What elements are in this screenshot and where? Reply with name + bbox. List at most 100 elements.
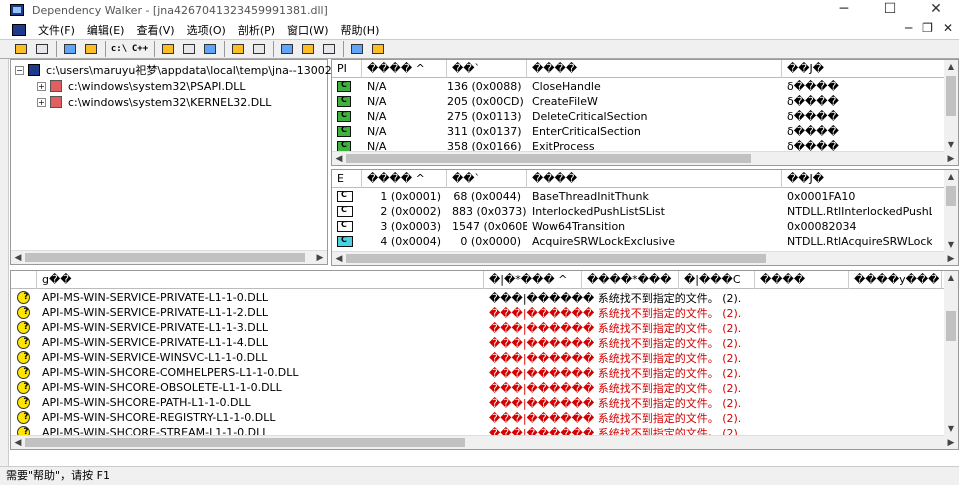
- column-header[interactable]: ���� ^: [362, 170, 447, 188]
- table-row[interactable]: ? API-MS-WIN-SERVICE-PRIVATE-L1-1-2.DLL ��…: [11, 305, 946, 320]
- column-header[interactable]: E: [332, 170, 362, 188]
- scroll-thumb[interactable]: [346, 254, 766, 263]
- table-row[interactable]: ? API-MS-WIN-SHCORE-REGISTRY-L1-1-0.DLL ��…: [11, 410, 946, 425]
- tree-item-psapi[interactable]: + c:\windows\system32\PSAPI.DLL: [37, 78, 246, 94]
- column-header[interactable]: ����у���: [849, 271, 942, 289]
- column-header[interactable]: ��J�: [782, 60, 948, 78]
- layout-icon[interactable]: [348, 41, 366, 57]
- system-info-icon[interactable]: [201, 41, 219, 57]
- table-row[interactable]: ? API-MS-WIN-SERVICE-PRIVATE-L1-1-3.DLL ��…: [11, 320, 946, 335]
- scroll-left-icon[interactable]: ◀: [11, 436, 25, 449]
- scroll-thumb[interactable]: [946, 186, 956, 206]
- column-header[interactable]: ����: [527, 60, 782, 78]
- scroll-right-icon[interactable]: ▶: [944, 252, 958, 265]
- table-row[interactable]: 2 (0x0002) 883 (0x0373) InterlockedPushLis…: [332, 204, 932, 219]
- exports-hscrollbar[interactable]: ◀ ▶: [332, 251, 958, 265]
- scroll-down-icon[interactable]: ▼: [944, 138, 958, 152]
- find-icon[interactable]: [61, 41, 79, 57]
- view-all-icon[interactable]: [159, 41, 177, 57]
- scroll-thumb[interactable]: [25, 438, 465, 447]
- collapse-icon[interactable]: [250, 41, 268, 57]
- tree-hscrollbar[interactable]: ◀ ▶: [11, 250, 327, 264]
- maximize-button[interactable]: ☐: [867, 0, 913, 20]
- table-row[interactable]: ? API-MS-WIN-SERVICE-WINSVC-L1-1-0.DLL ���…: [11, 350, 946, 365]
- scroll-right-icon[interactable]: ▶: [944, 152, 958, 165]
- menu-options[interactable]: 选项(O): [181, 22, 232, 38]
- table-row[interactable]: ? API-MS-WIN-SERVICE-PRIVATE-L1-1-0.DLL ��…: [11, 290, 946, 305]
- expand-icon[interactable]: [229, 41, 247, 57]
- table-row[interactable]: ? API-MS-WIN-SHCORE-COMHELPERS-L1-1-0.DLL…: [11, 365, 946, 380]
- cpp-icon[interactable]: C++: [131, 41, 149, 57]
- module-name-cell: API-MS-WIN-SHCORE-PATH-L1-1-0.DLL: [42, 396, 251, 409]
- properties-icon[interactable]: [180, 41, 198, 57]
- copy-icon[interactable]: [82, 41, 100, 57]
- scroll-thumb[interactable]: [346, 154, 751, 163]
- scroll-thumb[interactable]: [946, 76, 956, 116]
- tree-root[interactable]: − c:\users\maruyu祀梦\appdata\local\temp\j…: [15, 62, 346, 78]
- table-row[interactable]: 1 (0x0001) 68 (0x0044) BaseThreadInitThunk…: [332, 189, 932, 204]
- scroll-up-icon[interactable]: ▲: [944, 60, 958, 74]
- scroll-thumb[interactable]: [25, 253, 305, 262]
- tile-icon[interactable]: [320, 41, 338, 57]
- table-row[interactable]: ? API-MS-WIN-SHCORE-PATH-L1-1-0.DLL ���|��…: [11, 395, 946, 410]
- scroll-left-icon[interactable]: ◀: [11, 251, 25, 265]
- menu-profile[interactable]: 剖析(P): [232, 22, 281, 38]
- menu-file[interactable]: 文件(F): [32, 22, 81, 38]
- scroll-right-icon[interactable]: ▶: [313, 251, 327, 265]
- expand-toggle[interactable]: +: [37, 97, 46, 107]
- collapse-toggle[interactable]: −: [15, 65, 24, 75]
- expand-toggle[interactable]: +: [37, 81, 46, 91]
- exports-vscrollbar[interactable]: ▲ ▼: [944, 170, 958, 252]
- scroll-thumb[interactable]: [946, 311, 956, 341]
- table-row[interactable]: N/A 136 (0x0088) CloseHandle δ����: [332, 79, 932, 94]
- table-row[interactable]: N/A 275 (0x0113) DeleteCriticalSection δ���…: [332, 109, 932, 124]
- menu-edit[interactable]: 编辑(E): [81, 22, 131, 38]
- scroll-down-icon[interactable]: ▼: [944, 238, 958, 252]
- tree-item-kernel32[interactable]: + c:\windows\system32\KERNEL32.DLL: [37, 94, 271, 110]
- column-header[interactable]: g��: [37, 271, 484, 289]
- column-header[interactable]: ���� ^: [362, 60, 447, 78]
- scroll-left-icon[interactable]: ◀: [332, 252, 346, 265]
- c-path-icon[interactable]: c:\: [110, 41, 128, 57]
- scroll-down-icon[interactable]: ▼: [944, 422, 958, 436]
- whatsthis-icon[interactable]: [369, 41, 387, 57]
- scroll-right-icon[interactable]: ▶: [944, 436, 958, 449]
- table-row[interactable]: N/A 311 (0x0137) EnterCriticalSection δ����: [332, 124, 932, 139]
- menu-help[interactable]: 帮助(H): [335, 22, 386, 38]
- imports-hscrollbar[interactable]: ◀ ▶: [332, 151, 958, 165]
- table-row[interactable]: N/A 205 (0x00CD) CreateFileW δ����: [332, 94, 932, 109]
- app-icon: [10, 4, 24, 16]
- minimize-button[interactable]: ─: [821, 0, 867, 20]
- document-icon[interactable]: [12, 23, 26, 36]
- column-header[interactable]: ����*���: [582, 271, 679, 289]
- module-vscrollbar[interactable]: ▲ ▼: [944, 271, 958, 436]
- column-header[interactable]: ����: [755, 271, 849, 289]
- column-header[interactable]: ��J�: [782, 170, 948, 188]
- save-icon[interactable]: [33, 41, 51, 57]
- column-header[interactable]: PI: [332, 60, 362, 78]
- table-row[interactable]: ? API-MS-WIN-SHCORE-OBSOLETE-L1-1-0.DLL ��…: [11, 380, 946, 395]
- table-row[interactable]: 3 (0x0003) 1547 (0x060B) Wow64Transition 0x…: [332, 219, 932, 234]
- column-header[interactable]: ��`: [447, 170, 527, 188]
- doc-minimize-button[interactable]: ─: [905, 21, 912, 35]
- menu-window[interactable]: 窗口(W): [281, 22, 334, 38]
- prev-module-icon[interactable]: [299, 41, 317, 57]
- close-button[interactable]: ✕: [913, 0, 959, 20]
- column-header[interactable]: �|���C: [679, 271, 755, 289]
- next-module-icon[interactable]: [278, 41, 296, 57]
- column-header[interactable]: �|�*��� ^: [484, 271, 582, 289]
- open-icon[interactable]: [12, 41, 30, 57]
- column-header[interactable]: ����: [527, 170, 782, 188]
- scroll-up-icon[interactable]: ▲: [944, 271, 958, 285]
- status-icon-cell: ?: [11, 366, 37, 379]
- column-header[interactable]: ��`: [447, 60, 527, 78]
- scroll-up-icon[interactable]: ▲: [944, 170, 958, 184]
- scroll-left-icon[interactable]: ◀: [332, 152, 346, 165]
- table-row[interactable]: ? API-MS-WIN-SERVICE-PRIVATE-L1-1-4.DLL ��…: [11, 335, 946, 350]
- doc-close-button[interactable]: ✕: [943, 21, 953, 35]
- menu-view[interactable]: 查看(V): [130, 22, 180, 38]
- doc-restore-button[interactable]: ❐: [922, 21, 933, 35]
- table-row[interactable]: 4 (0x0004) 0 (0x0000) AcquireSRWLockExclus…: [332, 234, 932, 249]
- imports-vscrollbar[interactable]: ▲ ▼: [944, 60, 958, 152]
- module-hscrollbar[interactable]: ◀ ▶: [11, 435, 958, 449]
